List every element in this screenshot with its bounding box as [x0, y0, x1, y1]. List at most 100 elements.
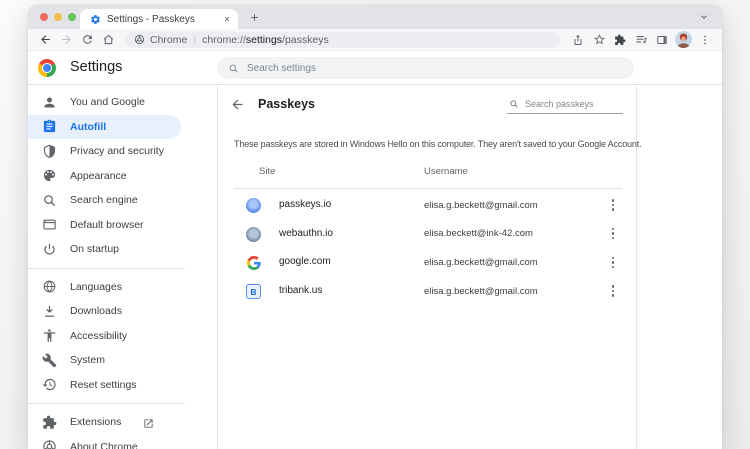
forward-button[interactable]	[56, 31, 76, 49]
search-settings-placeholder: Search settings	[247, 62, 316, 74]
search-settings-input[interactable]: Search settings	[217, 57, 634, 79]
sidebar-item-extensions[interactable]: Extensions	[28, 410, 181, 435]
sidebar-divider	[28, 267, 185, 269]
sidebar-item-label: Privacy and security	[70, 145, 164, 158]
panel-title: Passkeys	[258, 97, 316, 111]
row-menu-button[interactable]	[605, 283, 621, 299]
tab-close-icon[interactable]	[223, 15, 231, 23]
puzzle-icon	[42, 415, 57, 430]
browser-menu-kebab-icon[interactable]	[695, 31, 715, 49]
sidebar-item-label: System	[70, 354, 106, 367]
google-favicon	[246, 255, 261, 270]
passkeys-favicon	[246, 198, 261, 213]
browser-tab[interactable]: Settings - Passkeys	[80, 9, 238, 29]
passkeys-panel: Passkeys Search passkeys These passkeys …	[217, 86, 642, 449]
person-icon	[42, 95, 57, 110]
share-icon[interactable]	[568, 31, 588, 49]
search-icon	[42, 193, 57, 208]
sidebar-item-system[interactable]: System	[28, 348, 181, 373]
sidebar-item-label: Default browser	[70, 218, 144, 231]
sidebar-item-about-chrome[interactable]: About Chrome	[28, 435, 181, 449]
power-icon	[42, 242, 57, 257]
row-menu-button[interactable]	[605, 254, 621, 270]
chrome-icon	[134, 34, 145, 45]
chrome-gray-icon	[42, 439, 57, 449]
sidebar-item-label: On startup	[70, 243, 120, 256]
row-menu-button[interactable]	[605, 197, 621, 213]
settings-header: Settings Search settings	[28, 51, 722, 85]
new-tab-button[interactable]	[247, 10, 262, 25]
sidebar-divider	[28, 403, 185, 404]
wrench-icon	[42, 353, 57, 368]
sidebar-item-autofill[interactable]: Autofill	[28, 114, 181, 139]
extensions-puzzle-icon[interactable]	[610, 31, 630, 49]
webauthn-favicon	[246, 226, 261, 242]
table-header: Site Username	[234, 166, 622, 182]
tribank-favicon: B	[246, 284, 261, 300]
chevron-down-icon[interactable]	[699, 12, 709, 22]
browser-icon	[42, 217, 57, 232]
tab-strip: Settings - Passkeys	[28, 5, 722, 29]
settings-body: You and Google Autofill Privacy and secu…	[28, 86, 722, 449]
download-icon	[42, 304, 57, 319]
maximize-window-button[interactable]	[68, 13, 76, 21]
passkey-site: webauthn.io	[279, 227, 333, 239]
back-button[interactable]	[35, 31, 55, 49]
passkey-username: elisa.g.beckett@gmail.com	[424, 285, 538, 297]
close-window-button[interactable]	[40, 13, 48, 21]
reload-button[interactable]	[77, 31, 97, 49]
palette-icon	[42, 168, 57, 183]
home-button[interactable]	[98, 31, 118, 49]
page-title: Settings	[70, 59, 123, 75]
accessibility-icon	[42, 328, 57, 343]
sidebar-item-label: Languages	[70, 280, 122, 293]
search-icon	[228, 63, 239, 74]
passkeys-description: These passkeys are stored in Windows Hel…	[234, 139, 642, 149]
sidebar-item-privacy-and-security[interactable]: Privacy and security	[28, 139, 181, 164]
sidebar-item-label: Accessibility	[70, 329, 128, 342]
history-icon	[42, 377, 57, 392]
minimize-window-button[interactable]	[54, 13, 62, 21]
globe-icon	[42, 279, 57, 294]
row-menu-button[interactable]	[605, 226, 621, 242]
sidebar-item-label: Extensions	[70, 416, 122, 429]
media-controls-icon[interactable]	[631, 31, 651, 49]
passkey-username: elisa.beckett@ink-42.com	[424, 228, 533, 240]
passkey-row: google.com elisa.g.beckett@gmail.com	[218, 248, 636, 277]
autofill-icon	[42, 119, 57, 134]
shield-icon	[42, 144, 57, 159]
search-passkeys-input[interactable]: Search passkeys	[507, 94, 623, 114]
sidebar-item-reset-settings[interactable]: Reset settings	[28, 373, 181, 398]
sidebar-item-search-engine[interactable]: Search engine	[28, 188, 181, 213]
sidebar-item-label: About Chrome	[70, 440, 138, 449]
sidebar-item-label: Autofill	[70, 120, 107, 133]
browser-toolbar: Chrome | chrome://settings/passkeys	[28, 29, 722, 51]
sidebar-item-accessibility[interactable]: Accessibility	[28, 324, 181, 349]
sidebar-item-languages[interactable]: Languages	[28, 275, 181, 300]
browser-window: Settings - Passkeys Chrome | chrome://se…	[28, 5, 722, 449]
passkey-row: webauthn.io elisa.beckett@ink-42.com	[218, 220, 636, 249]
passkey-site: passkeys.io	[279, 199, 332, 210]
sidebar-item-appearance[interactable]: Appearance	[28, 164, 181, 189]
url-text: chrome://settings/passkeys	[202, 33, 329, 46]
passkey-username: elisa.g.beckett@gmail.com	[424, 256, 538, 268]
column-header-site: Site	[259, 166, 276, 177]
sidebar-item-label: Appearance	[70, 169, 127, 182]
passkey-site: google.com	[279, 256, 331, 268]
chrome-logo-icon	[38, 59, 56, 77]
sidebar-item-on-startup[interactable]: On startup	[28, 237, 181, 262]
sidebar-item-label: Search engine	[70, 194, 138, 207]
sidebar-item-downloads[interactable]: Downloads	[28, 299, 181, 324]
profile-avatar[interactable]	[675, 31, 692, 48]
sidebar-item-you-and-google[interactable]: You and Google	[28, 90, 181, 115]
back-arrow-icon[interactable]	[229, 96, 245, 112]
side-panel-icon[interactable]	[652, 31, 672, 49]
passkey-row: passkeys.io elisa.g.beckett@gmail.com	[218, 191, 636, 220]
window-controls	[40, 13, 76, 21]
sidebar-item-label: Reset settings	[70, 378, 137, 391]
passkey-row: B tribank.us elisa.g.beckett@gmail.com	[218, 277, 636, 306]
sidebar: You and Google Autofill Privacy and secu…	[28, 86, 217, 449]
address-bar[interactable]: Chrome | chrome://settings/passkeys	[125, 31, 561, 48]
sidebar-item-default-browser[interactable]: Default browser	[28, 213, 181, 238]
bookmark-star-icon[interactable]	[589, 31, 609, 49]
